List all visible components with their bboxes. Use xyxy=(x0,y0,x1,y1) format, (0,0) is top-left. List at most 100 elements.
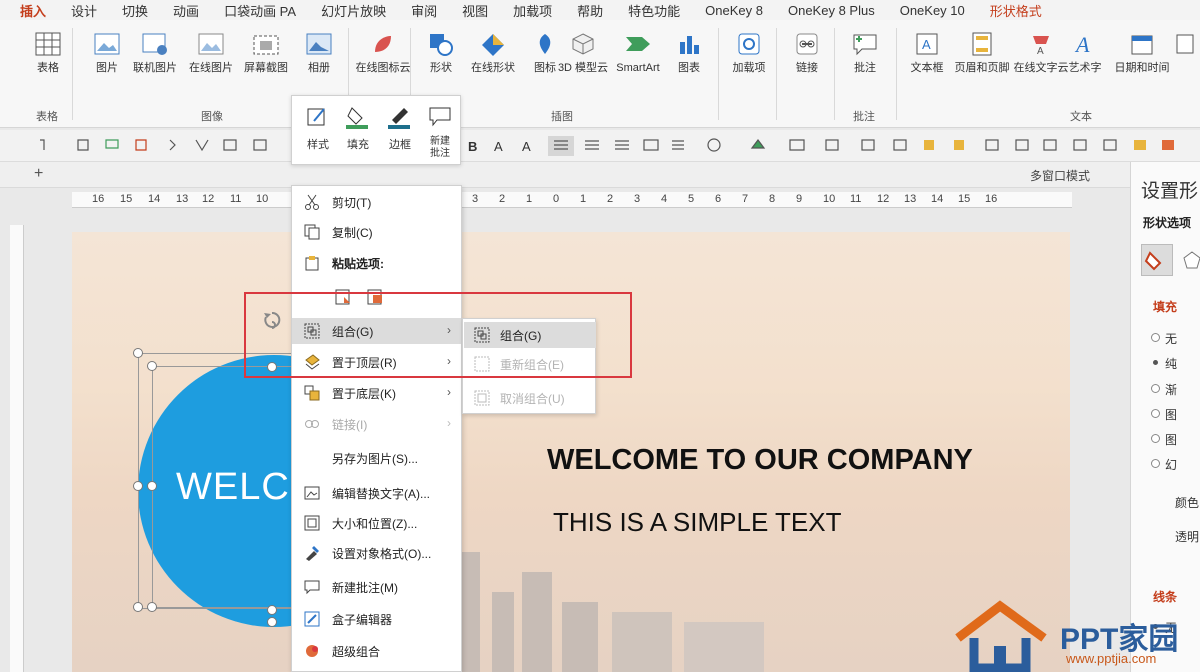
online-icon-cloud-button[interactable]: 在线图标云 xyxy=(356,30,411,104)
radio-slide-background-fill[interactable] xyxy=(1151,459,1160,468)
radio-no-fill[interactable] xyxy=(1151,333,1160,342)
style-button[interactable]: 样式 xyxy=(298,104,338,160)
shapes-button[interactable]: 形状 xyxy=(418,30,464,104)
effects-tab-icon[interactable] xyxy=(1183,250,1200,270)
textbox-icon: A xyxy=(913,30,941,58)
slide-title[interactable]: WELCOME TO OUR COMPANY xyxy=(547,444,973,477)
vertical-ruler xyxy=(10,225,24,672)
highlight-annotation-box xyxy=(244,292,632,378)
ruler-tick-label: 10 xyxy=(256,193,269,205)
fill-section-header[interactable]: 填充 xyxy=(1153,298,1177,315)
resize-handle[interactable] xyxy=(267,605,277,615)
table-icon xyxy=(34,30,62,58)
menu-item-send-back[interactable]: 置于底层(K) › xyxy=(292,380,461,406)
tab-onekey8[interactable]: OneKey 8 xyxy=(705,3,763,18)
tab-pocket-animation[interactable]: 口袋动画 PA xyxy=(224,1,296,20)
chart-button[interactable]: 图表 xyxy=(666,30,712,104)
radio-solid-fill[interactable] xyxy=(1153,360,1158,365)
panel-tab-shape-options[interactable]: 形状选项 xyxy=(1143,214,1191,231)
menu-item-new-comment[interactable]: 新建批注(M) xyxy=(292,574,461,600)
album-icon xyxy=(305,30,333,58)
fill-line-tab[interactable] xyxy=(1141,244,1173,276)
addin-button[interactable]: 加载项 xyxy=(726,30,772,104)
tab-features[interactable]: 特色功能 xyxy=(628,1,680,20)
scissors-icon xyxy=(304,194,320,210)
menu-item-size-position[interactable]: 大小和位置(Z)... xyxy=(292,510,461,536)
tab-slideshow[interactable]: 幻灯片放映 xyxy=(321,1,386,20)
svg-text:A: A xyxy=(494,139,503,154)
online-picture2-button[interactable]: 在线图片 xyxy=(188,30,234,104)
tab-transitions[interactable]: 切换 xyxy=(122,1,148,20)
resize-handle[interactable] xyxy=(133,348,143,358)
tab-onekey10[interactable]: OneKey 10 xyxy=(900,3,965,18)
menu-item-cut[interactable]: 剪切(T) xyxy=(292,189,461,215)
tab-addins[interactable]: 加载项 xyxy=(513,1,552,20)
tab-design[interactable]: 设计 xyxy=(71,1,97,20)
album-button[interactable]: 相册 xyxy=(296,30,342,104)
shapes-icon xyxy=(427,30,455,58)
table-button[interactable]: 表格 xyxy=(25,30,71,104)
3d-model-button[interactable]: 3D 模型云 xyxy=(558,30,608,104)
group-separator xyxy=(834,28,835,120)
tab-help[interactable]: 帮助 xyxy=(577,1,603,20)
header-footer-button[interactable]: 页眉和页脚 xyxy=(952,30,1012,104)
box-editor-icon xyxy=(304,611,320,627)
multi-window-button[interactable]: 多窗口模式 xyxy=(1030,167,1090,184)
fill-button[interactable]: 填充 xyxy=(338,104,378,160)
submenu-item-ungroup: 取消组合(U) xyxy=(464,385,596,411)
menu-item-format-object[interactable]: 设置对象格式(O)... xyxy=(292,540,461,566)
resize-handle[interactable] xyxy=(267,617,277,627)
resize-handle[interactable] xyxy=(147,361,157,371)
textbox-button[interactable]: A 文本框 xyxy=(904,30,950,104)
picture-button[interactable]: 图片 xyxy=(84,30,130,104)
tab-view[interactable]: 视图 xyxy=(462,1,488,20)
radio-gradient-fill[interactable] xyxy=(1151,384,1160,393)
resize-handle[interactable] xyxy=(133,602,143,612)
outline-button[interactable]: 边框 xyxy=(380,104,420,160)
comment-icon xyxy=(428,104,452,130)
group-separator xyxy=(776,28,777,120)
menu-item-box-editor[interactable]: 盒子编辑器 xyxy=(292,606,461,632)
resize-handle[interactable] xyxy=(133,481,143,491)
screenshot-button[interactable]: 屏幕截图 xyxy=(243,30,289,104)
tab-onekey8plus[interactable]: OneKey 8 Plus xyxy=(788,3,875,18)
wordart-button[interactable]: A 艺术字 xyxy=(1062,30,1108,104)
menu-item-alt-text[interactable]: 编辑替换文字(A)... xyxy=(292,480,461,506)
skyline-building xyxy=(612,612,672,672)
resize-handle[interactable] xyxy=(147,602,157,612)
smartart-button[interactable]: SmartArt xyxy=(612,30,664,104)
ribbon-tabs: 插入 设计 切换 动画 口袋动画 PA 幻灯片放映 审阅 视图 加载项 帮助 特… xyxy=(0,0,1200,23)
online-textcloud-button[interactable]: A 在线文字云 xyxy=(1014,30,1069,104)
radio-pattern-fill[interactable] xyxy=(1151,434,1160,443)
link-button[interactable]: 链接 xyxy=(784,30,830,104)
menu-item-copy[interactable]: 复制(C) xyxy=(292,219,461,245)
resize-handle[interactable] xyxy=(147,481,157,491)
format-toolbar: B A A xyxy=(0,130,1200,162)
more-button[interactable] xyxy=(1172,30,1198,104)
new-tab-button[interactable]: + xyxy=(34,165,43,183)
radio-picture-fill[interactable] xyxy=(1151,409,1160,418)
group-separator xyxy=(896,28,897,120)
tab-shape-format[interactable]: 形状格式 xyxy=(990,1,1042,20)
tab-review[interactable]: 审阅 xyxy=(411,1,437,20)
menu-item-link: 链接(I) › xyxy=(292,411,461,437)
slide-subtitle[interactable]: THIS IS A SIMPLE TEXT xyxy=(553,507,842,538)
online-picture-button[interactable]: 联机图片 xyxy=(132,30,178,104)
new-comment-button[interactable]: 新建批注 xyxy=(420,104,460,160)
transparency-label: 透明 xyxy=(1175,530,1200,544)
tab-insert[interactable]: 插入 xyxy=(20,1,47,23)
svg-text:A: A xyxy=(522,139,531,154)
ruler-tick-label: 12 xyxy=(877,193,890,205)
tab-animations[interactable]: 动画 xyxy=(173,1,199,20)
menu-item-super-group[interactable]: 超级组合 xyxy=(292,638,461,664)
outline-pen-icon xyxy=(388,104,412,130)
online-shapes-button[interactable]: 在线形状 xyxy=(470,30,516,104)
ruler-tick-label: 4 xyxy=(661,193,668,205)
picture-icon xyxy=(93,30,121,58)
skyline-building xyxy=(522,572,552,672)
datetime-button[interactable]: 日期和时间 xyxy=(1115,30,1170,104)
menu-item-save-as-picture[interactable]: 另存为图片(S)... xyxy=(292,445,461,471)
comment-button[interactable]: 批注 xyxy=(842,30,888,104)
format-toolbar-icons[interactable]: B A A xyxy=(0,130,1200,162)
comment-icon xyxy=(851,30,879,58)
